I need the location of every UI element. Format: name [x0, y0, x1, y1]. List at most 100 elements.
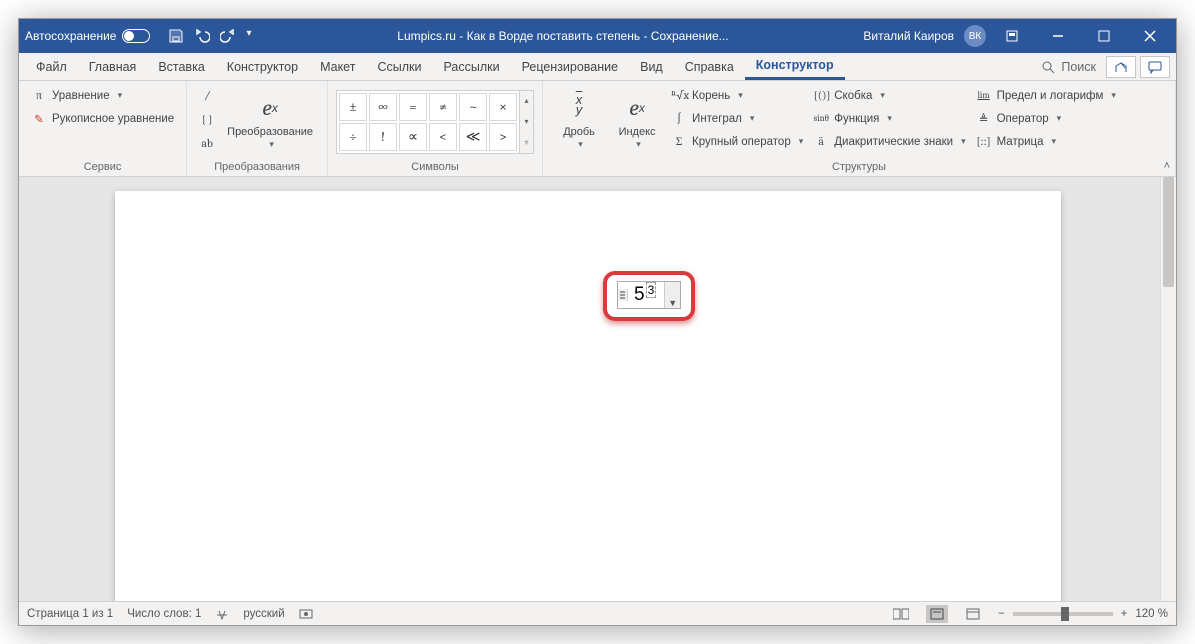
matrix-icon: [::] — [976, 135, 992, 148]
equation-label: Уравнение — [52, 90, 110, 102]
latex-button[interactable]: { } — [195, 108, 219, 131]
comments-button[interactable] — [1140, 56, 1170, 78]
group-conversions: / { } ab ex Преобразование Преобразовани… — [187, 81, 328, 176]
function-button[interactable]: sinθФункция — [809, 107, 969, 130]
zoom-thumb[interactable] — [1061, 607, 1069, 621]
avatar[interactable]: ВК — [964, 25, 986, 47]
undo-icon[interactable] — [194, 28, 210, 44]
tab-equation-design[interactable]: Конструктор — [745, 53, 845, 80]
unicode-button[interactable]: / — [195, 84, 219, 107]
document-area: 5 3 ▼ — [19, 177, 1176, 601]
ribbon: πУравнение ✎Рукописное уравнение Сервис … — [19, 81, 1176, 177]
sym-infinity[interactable]: ∞ — [369, 93, 397, 121]
group-tools: πУравнение ✎Рукописное уравнение Сервис — [19, 81, 187, 176]
sym-lt[interactable]: < — [429, 123, 457, 151]
vertical-scrollbar[interactable] — [1160, 177, 1176, 601]
tab-mailings[interactable]: Рассылки — [432, 53, 510, 80]
tab-insert[interactable]: Вставка — [147, 53, 215, 80]
ink-icon: ✎ — [31, 112, 47, 126]
zoom-out-button[interactable]: − — [998, 608, 1005, 620]
function-label: Функция — [834, 113, 879, 125]
sym-gt[interactable]: > — [489, 123, 517, 151]
zoom-value[interactable]: 120 % — [1135, 608, 1168, 620]
tab-layout[interactable]: Макет — [309, 53, 366, 80]
sym-equals[interactable]: = — [399, 93, 427, 121]
minimize-button[interactable] — [1038, 19, 1078, 53]
radical-button[interactable]: ⁿ√xКорень — [667, 84, 807, 107]
close-button[interactable] — [1130, 19, 1170, 53]
limit-icon: lim — [976, 91, 992, 101]
equation-exponent[interactable]: 3 — [646, 282, 657, 298]
sym-neq[interactable]: ≠ — [429, 93, 457, 121]
tab-designer[interactable]: Конструктор — [216, 53, 309, 80]
equation-handle[interactable] — [618, 289, 628, 301]
status-words[interactable]: Число слов: 1 — [127, 608, 201, 620]
sym-fact[interactable]: ! — [369, 123, 397, 151]
ink-equation-button[interactable]: ✎Рукописное уравнение — [27, 107, 178, 130]
macro-icon[interactable] — [299, 607, 313, 621]
symbol-grid[interactable]: ± ∞ = ≠ ~ × ÷ ! ∝ < ≪ > — [336, 90, 520, 154]
zoom-in-button[interactable]: + — [1121, 608, 1128, 620]
integral-button[interactable]: ∫Интеграл — [667, 107, 807, 130]
tab-view[interactable]: Вид — [629, 53, 674, 80]
zoom-control[interactable]: − + 120 % — [998, 608, 1168, 620]
equation-object[interactable]: 5 3 ▼ — [617, 281, 681, 309]
tab-file[interactable]: Файл — [25, 53, 78, 80]
collapse-ribbon-icon[interactable]: ˄ — [1164, 160, 1170, 172]
equation-content[interactable]: 5 3 — [628, 282, 664, 308]
operator-button[interactable]: ≜Оператор — [972, 107, 1120, 130]
web-layout-button[interactable] — [962, 605, 984, 623]
sym-prop[interactable]: ∝ — [399, 123, 427, 151]
toggle-switch[interactable] — [122, 29, 150, 43]
status-language[interactable]: русский — [243, 608, 284, 620]
matrix-label: Матрица — [997, 136, 1044, 148]
ribbon-options-icon[interactable] — [992, 19, 1032, 53]
qat-more-icon[interactable]: ▾ — [246, 28, 262, 44]
operator-icon: ≜ — [976, 112, 992, 126]
bracket-button[interactable]: {()}Скобка — [809, 84, 969, 107]
autosave-toggle[interactable]: Автосохранение — [25, 29, 150, 43]
limit-button[interactable]: limПредел и логарифм — [972, 84, 1120, 107]
tab-help[interactable]: Справка — [674, 53, 745, 80]
equation-base: 5 — [634, 284, 645, 306]
autosave-label: Автосохранение — [25, 29, 116, 43]
symbol-gallery-more[interactable]: ▴▾▿ — [520, 90, 534, 154]
large-operator-button[interactable]: ΣКрупный оператор — [667, 130, 807, 153]
sym-ll[interactable]: ≪ — [459, 123, 487, 151]
sym-plusminus[interactable]: ± — [339, 93, 367, 121]
large-op-label: Крупный оператор — [692, 136, 791, 148]
titlebar: Автосохранение ▾ Lumpics.ru - Как в Ворд… — [19, 19, 1176, 53]
accent-label: Диакритические знаки — [834, 136, 953, 148]
status-page[interactable]: Страница 1 из 1 — [27, 608, 113, 620]
unicode-icon: / — [199, 89, 215, 102]
sym-div[interactable]: ÷ — [339, 123, 367, 151]
save-icon[interactable] — [168, 28, 184, 44]
matrix-button[interactable]: [::] Матрица — [972, 130, 1120, 153]
tab-review[interactable]: Рецензирование — [511, 53, 630, 80]
bracket-label: Скобка — [834, 90, 872, 102]
page[interactable]: 5 3 ▼ — [115, 191, 1061, 601]
read-mode-button[interactable] — [890, 605, 912, 623]
equation-button[interactable]: πУравнение — [27, 84, 178, 107]
equation-options-dropdown[interactable]: ▼ — [664, 282, 680, 308]
spellcheck-icon[interactable] — [215, 607, 229, 621]
redo-icon[interactable] — [220, 28, 236, 44]
tab-home[interactable]: Главная — [78, 53, 148, 80]
zoom-slider[interactable] — [1013, 612, 1113, 616]
search-box[interactable]: Поиск — [1041, 53, 1106, 80]
text-button[interactable]: ab — [195, 132, 219, 155]
sym-tilde[interactable]: ~ — [459, 93, 487, 121]
share-button[interactable] — [1106, 56, 1136, 78]
script-button[interactable]: exИндекс — [609, 84, 665, 156]
sym-times[interactable]: × — [489, 93, 517, 121]
convert-button[interactable]: ex Преобразование — [221, 84, 319, 156]
tab-references[interactable]: Ссылки — [366, 53, 432, 80]
scrollbar-thumb[interactable] — [1163, 177, 1174, 287]
document-title: Lumpics.ru - Как в Ворде поставить степе… — [262, 29, 863, 43]
accent-button[interactable]: äДиакритические знаки — [809, 130, 969, 153]
maximize-button[interactable] — [1084, 19, 1124, 53]
latex-icon: { } — [199, 113, 215, 126]
fraction-button[interactable]: xyДробь — [551, 84, 607, 156]
script-label: Индекс — [619, 126, 656, 139]
print-layout-button[interactable] — [926, 605, 948, 623]
